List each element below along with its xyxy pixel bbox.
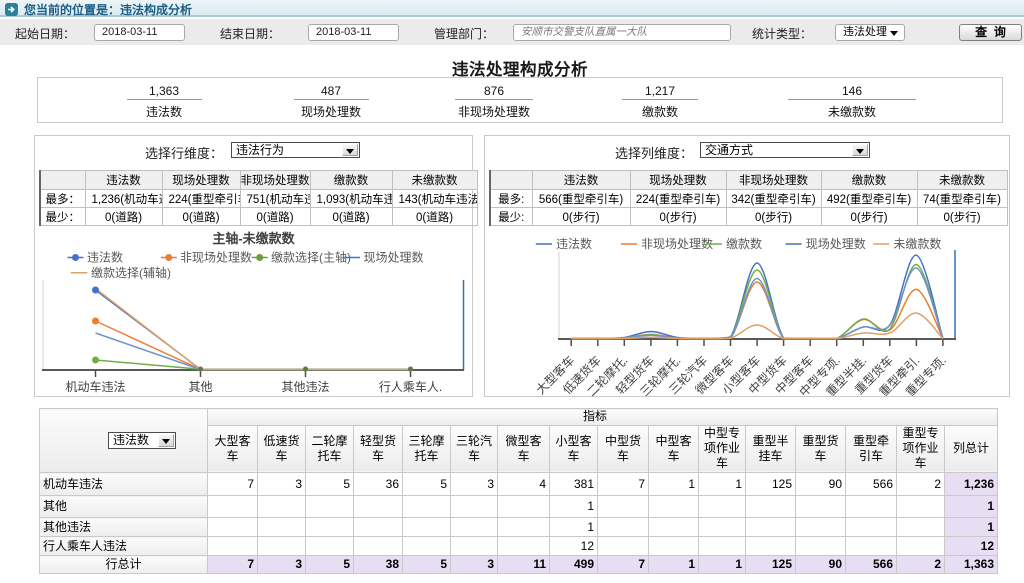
- svg-text:违法数: 违法数: [556, 236, 592, 251]
- svg-text:其他: 其他: [188, 380, 212, 394]
- svg-text:行人乘车人.: 行人乘车人.: [379, 379, 442, 394]
- svg-text:非现场处理数: 非现场处理数: [641, 236, 713, 251]
- svg-text:非现场处理数: 非现场处理数: [180, 250, 252, 265]
- svg-text:机动车违法: 机动车违法: [65, 379, 125, 394]
- svg-text:未缴款数: 未缴款数: [893, 236, 941, 251]
- svg-text:其他违法: 其他违法: [281, 380, 329, 394]
- svg-text:缴款选择(主轴): 缴款选择(主轴): [271, 250, 351, 265]
- svg-text:缴款选择(辅轴): 缴款选择(辅轴): [91, 265, 171, 280]
- svg-text:现场处理数: 现场处理数: [806, 236, 866, 251]
- svg-text:现场处理数: 现场处理数: [364, 250, 424, 265]
- svg-text:缴款数: 缴款数: [726, 236, 762, 251]
- svg-text:违法数: 违法数: [87, 250, 123, 265]
